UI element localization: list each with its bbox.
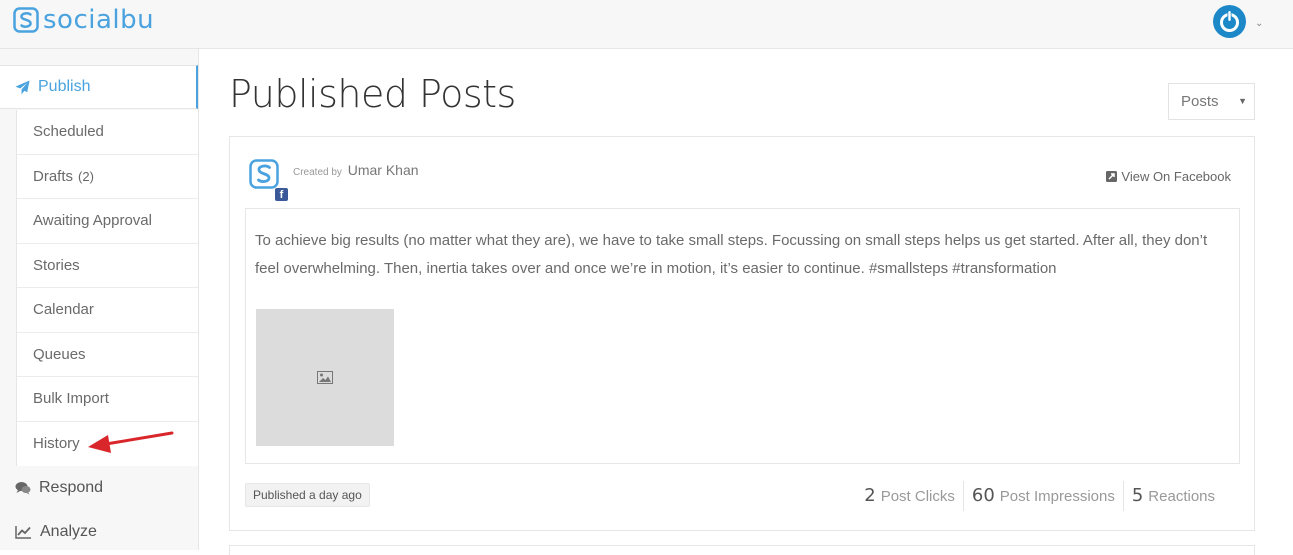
drafts-count: (2) — [78, 168, 94, 184]
created-by-label: Created by — [293, 167, 342, 178]
next-post-card — [229, 545, 1255, 555]
annotation-arrow-icon — [88, 431, 174, 453]
caret-down-icon: ▼ — [1238, 96, 1247, 106]
sidebar-item-label: Stories — [33, 256, 80, 274]
sidebar-item-publish[interactable]: Publish — [0, 65, 198, 109]
stat-post-clicks: 2 Post Clicks — [856, 481, 963, 511]
account-avatar — [249, 159, 279, 189]
sidebar: Publish Scheduled Drafts (2) Awaiting Ap… — [0, 49, 199, 550]
sidebar-item-queues[interactable]: Queues — [17, 333, 198, 377]
external-link-icon — [1106, 171, 1118, 182]
sidebar-item-label: Calendar — [33, 301, 94, 319]
page-title: Published Posts — [229, 72, 516, 116]
stat-value: 60 — [971, 485, 995, 506]
sidebar-item-label: History — [33, 435, 80, 453]
sidebar-item-drafts[interactable]: Drafts (2) — [17, 155, 198, 199]
sidebar-item-label: Queues — [33, 345, 86, 363]
sidebar-item-label: Bulk Import — [33, 390, 109, 408]
sidebar-item-scheduled[interactable]: Scheduled — [17, 110, 198, 155]
published-time-badge: Published a day ago — [245, 483, 370, 507]
sidebar-item-label: Publish — [38, 78, 91, 95]
post-stats: 2 Post Clicks 60 Post Impressions 5 Reac… — [856, 481, 1223, 511]
post-text: To achieve big results (no matter what t… — [255, 232, 1208, 277]
post-type-select[interactable]: Posts ▼ — [1168, 83, 1255, 120]
sidebar-item-label: Drafts — [33, 167, 74, 185]
post-type-select-value: Posts — [1181, 93, 1219, 110]
app-name: socialbu — [43, 5, 155, 35]
image-icon — [317, 371, 333, 384]
paper-plane-icon — [15, 79, 30, 95]
sidebar-item-label: Analyze — [40, 523, 97, 540]
line-chart-icon — [15, 526, 31, 539]
sidebar-item-stories[interactable]: Stories — [17, 244, 198, 288]
chevron-down-icon: ⌄ — [1255, 18, 1264, 29]
stat-value: 5 — [1131, 485, 1144, 506]
sidebar-item-respond[interactable]: Respond — [0, 466, 198, 510]
facebook-icon: f — [275, 188, 288, 201]
post-image[interactable] — [256, 309, 394, 446]
sidebar-item-label: Respond — [39, 479, 104, 496]
sidebar-item-awaiting-approval[interactable]: Awaiting Approval — [17, 199, 198, 244]
stat-post-impressions: 60 Post Impressions — [962, 481, 1123, 511]
sidebar-item-label: Awaiting Approval — [33, 212, 152, 230]
comments-icon — [15, 482, 31, 495]
stat-reactions: 5 Reactions — [1122, 481, 1223, 511]
socialbu-logo[interactable]: socialbu — [13, 7, 154, 33]
post-author: Created by Umar Khan — [293, 162, 419, 178]
sidebar-item-calendar[interactable]: Calendar — [17, 288, 198, 333]
user-menu[interactable]: ⌄ — [1212, 4, 1263, 39]
stat-label: Reactions — [1148, 488, 1215, 505]
view-on-facebook-label: View On Facebook — [1121, 169, 1231, 184]
post-card: f Created by Umar Khan View On Facebook … — [229, 136, 1255, 531]
sidebar-item-bulk-import[interactable]: Bulk Import — [17, 377, 198, 422]
socialbu-logo-icon — [13, 7, 39, 33]
author-name: Umar Khan — [347, 162, 419, 178]
publish-submenu: Scheduled Drafts (2) Awaiting Approval S… — [16, 110, 198, 466]
sidebar-item-analyze[interactable]: Analyze — [0, 510, 198, 554]
view-on-facebook-link[interactable]: View On Facebook — [1106, 169, 1231, 184]
sidebar-item-label: Scheduled — [33, 123, 104, 141]
stat-label: Post Clicks — [880, 488, 955, 505]
post-content: To achieve big results (no matter what t… — [245, 208, 1240, 464]
power-icon — [1213, 5, 1246, 38]
stat-label: Post Impressions — [999, 488, 1115, 505]
stat-value: 2 — [864, 485, 876, 506]
top-bar: socialbu ⌄ — [0, 0, 1293, 49]
